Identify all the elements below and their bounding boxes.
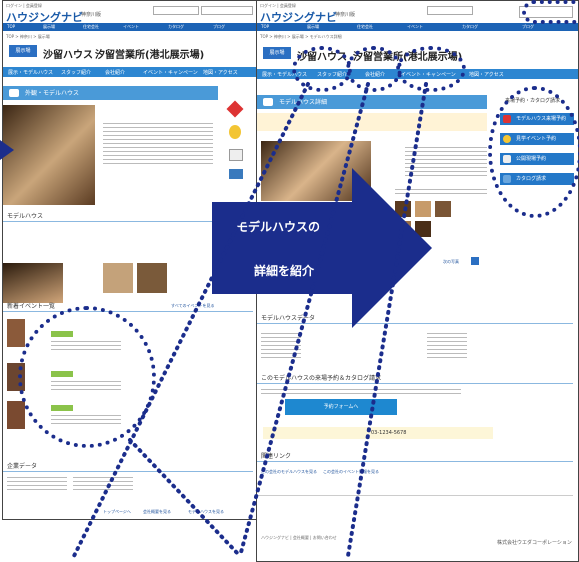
connector-line: [72, 82, 310, 558]
connector-line: [128, 438, 242, 558]
connector-line: [346, 82, 428, 558]
left-arrow-icon: [0, 140, 14, 160]
connector-line: [238, 82, 370, 558]
connector-lines: [72, 82, 428, 558]
